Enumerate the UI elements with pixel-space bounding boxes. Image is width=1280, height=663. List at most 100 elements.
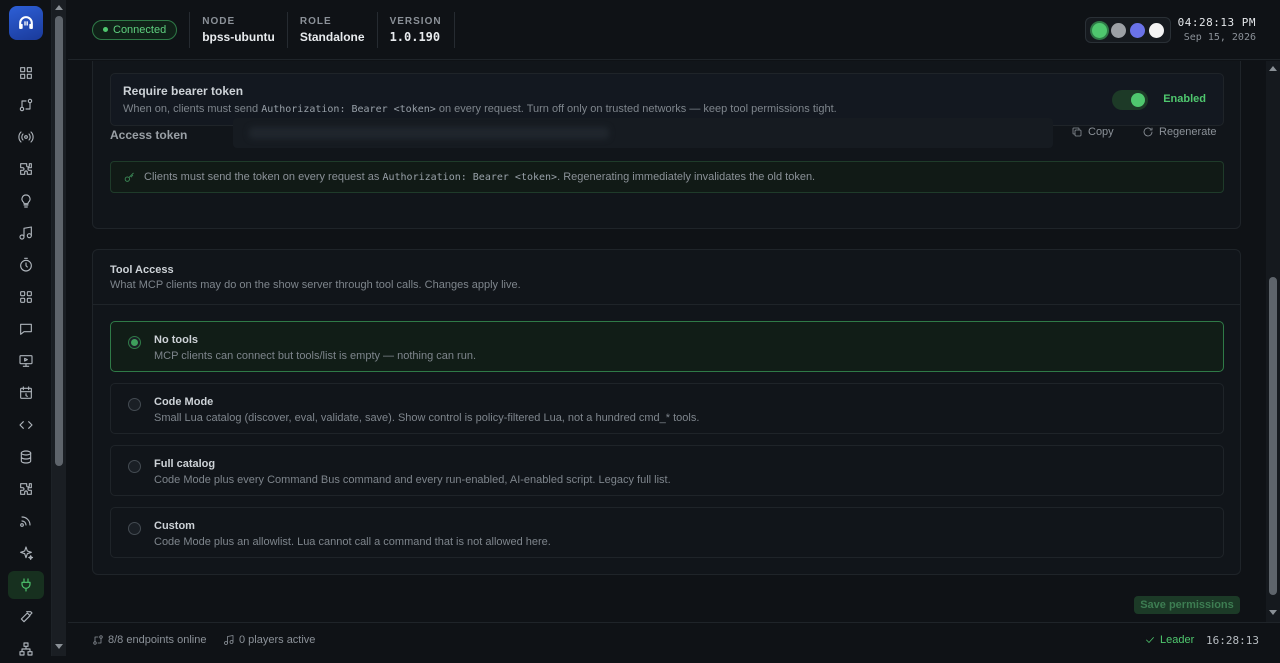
token-note-text: Clients must send the token on every req… bbox=[144, 171, 815, 183]
key-icon bbox=[124, 172, 134, 182]
copy-button[interactable]: Copy bbox=[1071, 126, 1114, 138]
bearer-state-label: Enabled bbox=[1163, 93, 1206, 105]
nav-routes[interactable] bbox=[8, 91, 44, 119]
bearer-desc-post: on every request. Turn off only on trust… bbox=[438, 103, 837, 115]
nav-mcp[interactable] bbox=[8, 571, 44, 599]
main-scrollbar[interactable] bbox=[1266, 61, 1280, 622]
routes-icon bbox=[19, 98, 33, 112]
note-post: . Regenerating immediately invalidates t… bbox=[557, 171, 816, 183]
music-icon bbox=[224, 635, 234, 645]
code-icon bbox=[19, 421, 33, 429]
option-label: Code Mode bbox=[154, 396, 214, 408]
top-header: Connected NODE bpss-ubuntu ROLE Standalo… bbox=[68, 0, 1280, 60]
divider bbox=[93, 304, 1240, 305]
rail-scrollbar[interactable] bbox=[52, 0, 66, 656]
chat-icon bbox=[20, 323, 32, 335]
nav-dashboard[interactable] bbox=[8, 59, 44, 87]
dashboard-icon bbox=[20, 67, 32, 79]
nav-network[interactable] bbox=[8, 635, 44, 663]
option-code-mode[interactable]: Code Mode Small Lua catalog (discover, e… bbox=[110, 383, 1224, 434]
connection-status-badge: Connected bbox=[92, 19, 178, 40]
option-no-tools[interactable]: No tools MCP clients can connect but too… bbox=[110, 321, 1224, 372]
clock-date: Sep 15, 2026 bbox=[1183, 32, 1256, 43]
nav-broadcast[interactable] bbox=[8, 123, 44, 151]
node-value: bpss-ubuntu bbox=[202, 29, 275, 44]
nav-chat[interactable] bbox=[8, 315, 44, 343]
bearer-title: Require bearer token bbox=[123, 84, 244, 98]
option-label: Full catalog bbox=[154, 458, 216, 470]
regenerate-label: Regenerate bbox=[1159, 126, 1217, 138]
nav-code[interactable] bbox=[8, 411, 44, 439]
access-token-field[interactable] bbox=[233, 118, 1053, 148]
main-scroll-thumb[interactable] bbox=[1269, 277, 1277, 595]
signal-icon bbox=[20, 516, 31, 527]
hammer-icon bbox=[20, 611, 33, 623]
access-token-label: Access token bbox=[110, 128, 188, 142]
version-stat: VERSION 1.0.190 bbox=[376, 11, 455, 48]
swatch-white[interactable] bbox=[1149, 22, 1164, 38]
header-clock: 04:28:13 PM Sep 15, 2026 bbox=[1178, 16, 1256, 43]
status-dot-icon bbox=[103, 27, 108, 32]
plug-icon bbox=[21, 578, 31, 592]
option-label: No tools bbox=[154, 334, 198, 346]
extensions-icon bbox=[20, 483, 32, 495]
main-scroll-up-icon[interactable] bbox=[1269, 66, 1277, 71]
tool-access-title: Tool Access bbox=[110, 264, 174, 276]
note-pre: Clients must send the token on every req… bbox=[144, 171, 380, 183]
rail-scroll-thumb[interactable] bbox=[55, 16, 63, 466]
nav-music[interactable] bbox=[8, 219, 44, 247]
option-desc: Small Lua catalog (discover, eval, valid… bbox=[154, 412, 700, 424]
nav-apps[interactable] bbox=[8, 283, 44, 311]
radio-full-catalog[interactable] bbox=[128, 460, 141, 473]
check-icon bbox=[1146, 637, 1154, 643]
nav-display[interactable] bbox=[8, 347, 44, 375]
rail-scroll-down-icon[interactable] bbox=[55, 644, 63, 649]
swatch-gray[interactable] bbox=[1111, 22, 1126, 38]
radio-custom[interactable] bbox=[128, 522, 141, 535]
role-stat: ROLE Standalone bbox=[286, 11, 377, 48]
theme-swatches bbox=[1085, 17, 1171, 43]
nav-extensions[interactable] bbox=[8, 475, 44, 503]
copy-icon bbox=[1072, 127, 1082, 137]
broadcast-icon bbox=[18, 131, 34, 143]
swatch-green[interactable] bbox=[1092, 22, 1107, 38]
nav-timer[interactable] bbox=[8, 251, 44, 279]
bearer-desc-pre: When on, clients must send bbox=[123, 103, 259, 115]
logo-icon bbox=[19, 16, 33, 29]
radio-no-tools[interactable] bbox=[128, 336, 141, 349]
token-note: Clients must send the token on every req… bbox=[110, 161, 1224, 193]
endpoints-text: 8/8 endpoints online bbox=[108, 634, 207, 646]
option-desc: Code Mode plus an allowlist. Lua cannot … bbox=[154, 536, 551, 548]
rail-scroll-up-icon[interactable] bbox=[55, 5, 63, 10]
database-icon bbox=[20, 450, 32, 464]
clock-time: 04:28:13 PM bbox=[1177, 16, 1256, 29]
swatch-indigo[interactable] bbox=[1130, 22, 1145, 38]
nav-ideas[interactable] bbox=[8, 187, 44, 215]
app-logo[interactable] bbox=[9, 6, 43, 40]
regenerate-button[interactable]: Regenerate bbox=[1142, 126, 1217, 138]
nav-database[interactable] bbox=[8, 443, 44, 471]
nav-schedule[interactable] bbox=[8, 379, 44, 407]
option-desc: MCP clients can connect but tools/list i… bbox=[154, 350, 477, 362]
bearer-desc: When on, clients must send Authorization… bbox=[123, 103, 837, 115]
option-full-catalog[interactable]: Full catalog Code Mode plus every Comman… bbox=[110, 445, 1224, 496]
version-label: VERSION bbox=[389, 15, 442, 27]
nav-plugins[interactable] bbox=[8, 155, 44, 183]
auth-card: Require bearer token When on, clients mu… bbox=[92, 61, 1241, 229]
players-text: 0 players active bbox=[239, 634, 316, 646]
save-permissions-button[interactable]: Save permissions bbox=[1134, 596, 1240, 614]
option-custom[interactable]: Custom Code Mode plus an allowlist. Lua … bbox=[110, 507, 1224, 558]
radio-code-mode[interactable] bbox=[128, 398, 141, 411]
leader-text: Leader bbox=[1160, 634, 1195, 646]
main-scroll-down-icon[interactable] bbox=[1269, 610, 1277, 615]
nav-signal[interactable] bbox=[8, 507, 44, 535]
nav-ai[interactable] bbox=[8, 539, 44, 567]
bearer-toggle[interactable] bbox=[1112, 90, 1148, 110]
plugin-icon bbox=[20, 163, 32, 175]
leader-status: Leader bbox=[1144, 634, 1194, 646]
role-value: Standalone bbox=[299, 29, 365, 44]
tool-access-card: Tool Access What MCP clients may do on t… bbox=[92, 249, 1241, 575]
nav-tools[interactable] bbox=[8, 603, 44, 631]
network-icon bbox=[19, 642, 33, 656]
lightbulb-icon bbox=[21, 194, 31, 208]
